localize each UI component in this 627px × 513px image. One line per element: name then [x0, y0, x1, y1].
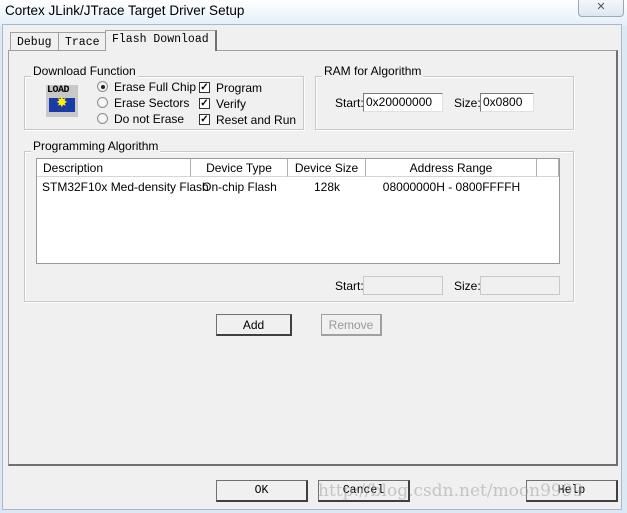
checkbox-verify-label: Verify	[216, 97, 247, 111]
programming-algorithm-label: Programming Algorithm	[31, 139, 161, 153]
radio-erase-full-chip-label: Erase Full Chip	[114, 80, 197, 94]
ram-size-label: Size:	[454, 96, 481, 110]
radio-erase-full-chip[interactable]	[97, 81, 108, 92]
cell-address-range: 08000000H - 0800FFFFH	[382, 180, 521, 194]
ram-start-label: Start:	[335, 96, 364, 110]
cell-device-type: On-chip Flash	[202, 180, 277, 194]
table-row[interactable]: STM32F10x Med-density Flash On-chip Flas…	[37, 178, 559, 195]
ram-label: RAM for Algorithm	[322, 64, 424, 78]
radio-erase-sectors-label: Erase Sectors	[114, 96, 190, 110]
algorithm-list[interactable]: Description Device Type Device Size Addr…	[36, 158, 560, 264]
column-header-description[interactable]: Description	[37, 159, 191, 177]
column-header-empty	[537, 159, 559, 177]
radio-erase-sectors[interactable]	[97, 97, 108, 108]
algo-size-label: Size:	[454, 279, 481, 293]
algo-start-label: Start:	[335, 279, 364, 293]
checkbox-program[interactable]: ✓	[199, 82, 210, 93]
column-header-device-type[interactable]: Device Type	[191, 159, 288, 177]
load-icon: LOAD ✸	[46, 85, 78, 117]
radio-do-not-erase[interactable]	[97, 113, 108, 124]
cell-description: STM32F10x Med-density Flash	[42, 180, 209, 194]
close-button[interactable]: ✕	[578, 0, 624, 17]
window-title: Cortex JLink/JTrace Target Driver Setup	[5, 3, 245, 18]
algo-size-input[interactable]	[480, 276, 560, 295]
checkbox-verify[interactable]: ✓	[199, 98, 210, 109]
tab-debug[interactable]: Debug	[10, 32, 59, 50]
column-header-address-range[interactable]: Address Range	[366, 159, 537, 177]
tab-trace[interactable]: Trace	[58, 32, 107, 50]
cell-device-size: 128k	[313, 180, 341, 194]
remove-button[interactable]: Remove	[321, 314, 382, 336]
checkbox-reset-and-run[interactable]: ✓	[199, 114, 210, 125]
checkbox-program-label: Program	[216, 81, 263, 95]
help-button[interactable]: Help	[526, 480, 618, 502]
algo-start-input[interactable]	[363, 276, 443, 295]
ram-start-input[interactable]: 0x20000000	[363, 93, 443, 112]
star-icon: ✸	[56, 94, 68, 110]
add-button[interactable]: Add	[216, 314, 292, 336]
column-header-device-size[interactable]: Device Size	[288, 159, 366, 177]
checkbox-reset-and-run-label: Reset and Run	[216, 113, 297, 127]
download-function-label: Download Function	[31, 64, 138, 78]
cancel-button[interactable]: Cancel	[318, 480, 410, 502]
ok-button[interactable]: OK	[216, 480, 308, 502]
ram-size-input[interactable]: 0x0800	[480, 93, 534, 112]
radio-do-not-erase-label: Do not Erase	[114, 112, 185, 126]
tab-flash-download[interactable]: Flash Download	[105, 30, 217, 51]
